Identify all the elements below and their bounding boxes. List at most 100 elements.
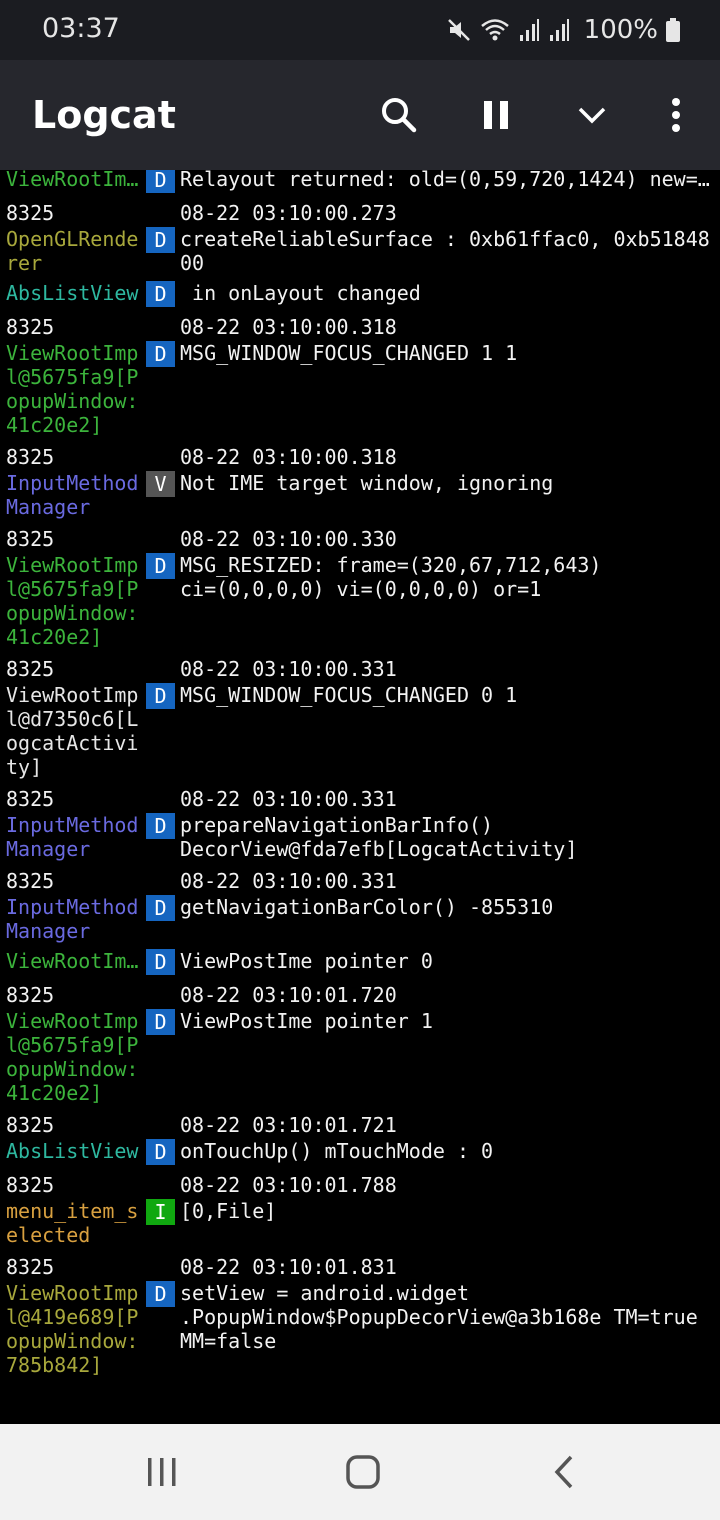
log-pid: 8325 (6, 315, 55, 339)
log-message: setView = android.widget .PopupWindow$Po… (180, 1281, 698, 1353)
log-tag: InputMethodManager (6, 813, 139, 861)
log-timestamp: 08-22 03:10:00.318 (180, 445, 397, 469)
log-tag: AbsListView (6, 281, 139, 305)
log-tag: ViewRootIm… (6, 170, 139, 191)
log-pid: 8325 (6, 869, 55, 893)
log-entry-meta: 8325 08-22 03:10:00.273 (0, 199, 720, 227)
log-message: in onLayout changed (180, 281, 421, 305)
wifi-icon (480, 17, 510, 43)
recents-button[interactable] (138, 1448, 186, 1496)
log-entry-body: InputMethodManager V Not IME target window… (0, 471, 720, 525)
log-tag: OpenGLRenderer (6, 227, 139, 275)
log-entry-meta: 8325 08-22 03:10:01.721 (0, 1111, 720, 1139)
log-entry[interactable]: 8325 08-22 03:10:01.788 menu_item_selected… (0, 1171, 720, 1253)
log-message: MSG_WINDOW_FOCUS_CHANGED 0 1 (180, 683, 518, 707)
log-entry[interactable]: ViewRootIm… D ViewPostIme pointer 0 (0, 949, 720, 981)
log-entry-body: InputMethodManager DprepareNavigationBarI… (0, 813, 720, 867)
filter-dropdown-button[interactable] (562, 85, 622, 145)
log-entry-meta: 8325 08-22 03:10:01.831 (0, 1253, 720, 1281)
recents-icon (148, 1458, 176, 1486)
log-message: MSG_RESIZED: frame=(320,67,712,643) ci=(… (180, 553, 602, 601)
log-pid: 8325 (6, 445, 55, 469)
log-entry-meta: 8325 08-22 03:10:00.331 (0, 785, 720, 813)
chevron-down-icon (578, 107, 606, 124)
log-level-badge: D (146, 683, 175, 709)
log-entry-body: ViewRootImpl@d7350c6[LogcatActivity] D MSG… (0, 683, 720, 785)
log-entry-body: menu_item_selected I [0,File] (0, 1199, 720, 1253)
log-tag: ViewRootImpl@5675fa9[PopupWindow:41c20e2… (6, 1009, 139, 1105)
pause-icon (484, 101, 508, 129)
battery-percent: 100% (583, 15, 658, 45)
status-icons: 100% (446, 12, 680, 48)
log-pid: 8325 (6, 983, 55, 1007)
log-pid: 8325 (6, 201, 55, 225)
log-level-badge: D (146, 281, 175, 307)
log-level-badge: D (146, 1281, 175, 1307)
log-entry[interactable]: 8325 08-22 03:10:00.331 ViewRootImpl@d7350… (0, 655, 720, 785)
log-timestamp: 08-22 03:10:01.788 (180, 1173, 397, 1197)
log-level-badge: V (146, 471, 175, 497)
log-pid: 8325 (6, 1255, 55, 1279)
log-message: Relayout returned: old=(0,59,720,1424) n… (180, 170, 710, 191)
log-timestamp: 08-22 03:10:00.331 (180, 657, 397, 681)
log-entry[interactable]: 8325 08-22 03:10:00.318 InputMethodManager… (0, 443, 720, 525)
log-message: ViewPostIme pointer 0 (180, 949, 433, 973)
log-level-badge: I (146, 1199, 175, 1225)
log-level-badge: D (146, 813, 175, 839)
home-button[interactable] (339, 1448, 387, 1496)
log-tag: ViewRootImpl@d7350c6[LogcatActivity] (6, 683, 139, 779)
signal-icon (518, 17, 540, 43)
log-list[interactable]: ViewRootIm… D Relayout returned: old=(0,59… (0, 170, 720, 1424)
log-level-badge: D (146, 341, 175, 367)
log-entry[interactable]: 8325 08-22 03:10:00.331 InputMethodManager… (0, 867, 720, 949)
log-entry-body: ViewRootIm… D ViewPostIme pointer 0 (0, 949, 720, 981)
log-tag: ViewRootImpl@5675fa9[PopupWindow:41c20e2… (6, 553, 139, 649)
log-entry-meta: 8325 08-22 03:10:01.788 (0, 1171, 720, 1199)
search-button[interactable] (369, 85, 429, 145)
search-icon (382, 98, 417, 133)
log-pid: 8325 (6, 1113, 55, 1137)
log-pid: 8325 (6, 657, 55, 681)
log-timestamp: 08-22 03:10:01.720 (180, 983, 397, 1007)
back-button[interactable] (540, 1448, 588, 1496)
back-icon (554, 1455, 573, 1489)
log-entry-body: ViewRootImpl@5675fa9[PopupWindow:41c20e2… (0, 1009, 720, 1111)
log-entry[interactable]: 8325 08-22 03:10:01.721 AbsListView DonTouc… (0, 1111, 720, 1171)
log-entry[interactable]: 8325 08-22 03:10:00.318 ViewRootImpl@5675f… (0, 313, 720, 443)
log-entry[interactable]: 8325 08-22 03:10:00.273 OpenGLRenderer Dcre… (0, 199, 720, 281)
log-tag: menu_item_selected (6, 1199, 139, 1247)
log-timestamp: 08-22 03:10:00.318 (180, 315, 397, 339)
log-entry[interactable]: ViewRootIm… D Relayout returned: old=(0,59… (0, 170, 720, 199)
log-level-badge: D (146, 227, 175, 253)
signal-icon (548, 17, 570, 43)
log-entry-body: AbsListView DonTouchUp() mTouchMode : 0 (0, 1139, 720, 1171)
log-entry-body: ViewRootIm… D Relayout returned: old=(0,59… (0, 170, 720, 199)
log-pid: 8325 (6, 1173, 55, 1197)
pause-button[interactable] (466, 85, 526, 145)
log-timestamp: 08-22 03:10:00.331 (180, 787, 397, 811)
log-pid: 8325 (6, 787, 55, 811)
log-tag: AbsListView (6, 1139, 139, 1163)
log-entry[interactable]: 8325 08-22 03:10:00.330 ViewRootImpl@5675f… (0, 525, 720, 655)
log-message: createReliableSurface : 0xb61ffac0, 0xb5… (180, 227, 710, 275)
log-entry[interactable]: 8325 08-22 03:10:01.720 ViewRootImpl@5675f… (0, 981, 720, 1111)
log-message: Not IME target window, ignoring (180, 471, 554, 495)
log-entry-meta: 8325 08-22 03:10:00.318 (0, 313, 720, 341)
log-entry-body: InputMethodManager DgetNavigationBarColor… (0, 895, 720, 949)
log-timestamp: 08-22 03:10:00.330 (180, 527, 397, 551)
home-icon (346, 1455, 380, 1489)
log-entry[interactable]: AbsListView D in onLayout changed (0, 281, 720, 313)
log-tag: ViewRootIm… (6, 949, 139, 973)
battery-icon (666, 18, 680, 42)
log-entry[interactable]: 8325 08-22 03:10:01.831 ViewRootImpl@419e6… (0, 1253, 720, 1383)
overflow-menu-button[interactable] (646, 85, 706, 145)
log-timestamp: 08-22 03:10:01.721 (180, 1113, 397, 1137)
log-timestamp: 08-22 03:10:00.331 (180, 869, 397, 893)
log-entry[interactable]: 8325 08-22 03:10:00.331 InputMethodManager… (0, 785, 720, 867)
log-level-badge: D (146, 553, 175, 579)
more-vert-icon (672, 98, 680, 132)
log-level-badge: D (146, 895, 175, 921)
log-tag: InputMethodManager (6, 471, 139, 519)
log-timestamp: 08-22 03:10:00.273 (180, 201, 397, 225)
log-entry-body: AbsListView D in onLayout changed (0, 281, 720, 313)
